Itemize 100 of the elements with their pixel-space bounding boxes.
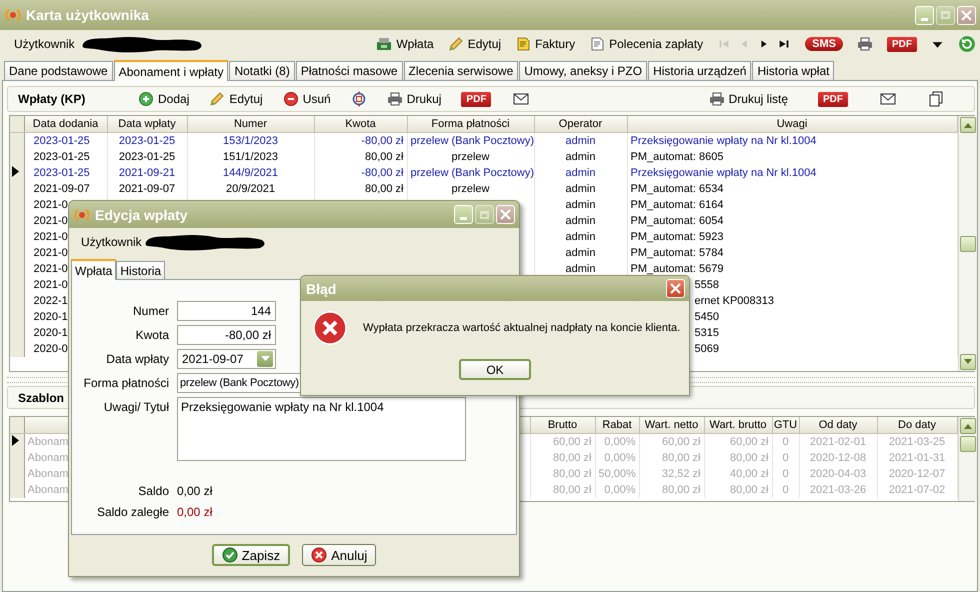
minimize-button[interactable]: [454, 205, 473, 224]
pdf-button[interactable]: PDF: [887, 36, 917, 52]
table-cell: -80,00 zł: [361, 167, 404, 179]
table-cell: 2021-09-07: [34, 183, 90, 195]
window-title: Edycja wpłaty: [95, 206, 188, 222]
table-cell: 2020-12-07: [888, 468, 946, 480]
toolbar-button[interactable]: Dodaj: [138, 91, 190, 107]
input-field[interactable]: -80,00 zł: [177, 325, 276, 345]
column-header[interactable]: Uwagi: [776, 118, 808, 130]
table-cell: 2022-1: [34, 295, 68, 307]
table-cell: 0,00%: [604, 436, 636, 448]
dropdown-button[interactable]: [257, 351, 273, 367]
toolbar-button[interactable]: Faktury: [515, 36, 576, 52]
minimize-button[interactable]: [915, 6, 934, 24]
table-cell: PM_automat: 5923: [630, 231, 724, 243]
envelope-icon[interactable]: [511, 91, 532, 107]
table-cell: 2023-01-25: [118, 135, 176, 147]
close-button[interactable]: [666, 279, 685, 298]
select-field[interactable]: przelew (Bank Pocztowy): [177, 373, 303, 393]
table-cell: 0: [782, 468, 789, 480]
close-button[interactable]: [957, 6, 976, 24]
close-icon: [499, 208, 512, 221]
tab[interactable]: Umowy, aneksy i PZO: [519, 61, 648, 80]
toolbar-button[interactable]: Drukuj: [386, 91, 442, 107]
table-cell: admin: [566, 151, 596, 163]
printer-icon[interactable]: [857, 36, 873, 52]
plus-circle-icon: [138, 91, 154, 107]
sms-button[interactable]: SMS: [805, 37, 843, 51]
refresh-icon[interactable]: [958, 35, 976, 53]
tab[interactable]: Historia wpłat: [752, 61, 834, 80]
table-cell: 5315: [694, 327, 719, 339]
scrollbar-thumb[interactable]: [960, 436, 976, 452]
scrollbar-thumb[interactable]: [960, 236, 976, 252]
toolbar-button[interactable]: Edytuj: [448, 36, 502, 52]
ok-button[interactable]: OK: [459, 359, 531, 380]
table-cell: PM_automat: 5784: [630, 247, 724, 259]
envelope-icon[interactable]: [878, 91, 898, 107]
pdf-button[interactable]: PDF: [818, 92, 848, 106]
cancel-button[interactable]: Anuluj: [302, 544, 376, 566]
tab[interactable]: Historia urządzeń: [648, 61, 752, 80]
pencil-icon: [209, 91, 226, 107]
toolbar-button[interactable]: Edytuj: [209, 91, 263, 107]
up-arrow-icon: [964, 423, 972, 429]
table-cell: 2023-01-25: [34, 151, 90, 163]
scroll-down-button[interactable]: [960, 354, 976, 370]
table-cell: 80,00 zł: [552, 484, 592, 496]
text-area[interactable]: Przeksięgowanie wpłaty na Nr kl.1004: [177, 397, 466, 461]
table-cell: 144/9/2021: [222, 167, 278, 179]
toolbar-button[interactable]: Usuń: [282, 91, 331, 107]
tab[interactable]: Wpłata: [71, 259, 116, 280]
table-cell: 2021-01-31: [888, 452, 946, 464]
input-field[interactable]: 144: [177, 301, 276, 321]
table-cell: 2021-0: [34, 231, 68, 243]
sync-icon[interactable]: [350, 91, 367, 107]
logo-icon: [5, 7, 21, 23]
cash-register-icon: [376, 36, 392, 52]
column-header[interactable]: Numer: [234, 118, 267, 130]
copy-icon[interactable]: [928, 91, 944, 107]
table-cell: 153/1/2023: [222, 135, 278, 147]
table-cell: 20/9/2021: [226, 183, 275, 195]
date-field[interactable]: 2021-09-07: [177, 349, 276, 369]
balance-value: 0,00 zł: [177, 484, 212, 498]
balance-value: 0,00 zł: [177, 505, 212, 519]
field-label: Kwota: [134, 327, 169, 342]
printer-icon: [708, 91, 725, 107]
table-cell: 80,00 zł: [730, 484, 768, 496]
table-cell: Abonam: [28, 484, 68, 496]
table-cell: Abonam: [28, 452, 68, 464]
tab[interactable]: Zlecenia serwisowe: [404, 61, 518, 80]
pdf-button[interactable]: PDF: [461, 92, 492, 106]
table-cell: przelew (Bank Pocztowy): [410, 135, 533, 147]
table-cell: 2021-03-25: [888, 436, 946, 448]
close-button[interactable]: [496, 205, 515, 224]
table-cell: admin: [566, 183, 596, 195]
toolbar-button[interactable]: Wpłata: [376, 36, 434, 52]
tab[interactable]: Dane podstawowe: [4, 61, 113, 80]
scrollbar[interactable]: [958, 417, 976, 501]
field-label: Saldo zaległe: [96, 504, 169, 519]
table-cell: 2021-0: [34, 215, 68, 227]
scroll-up-button[interactable]: [960, 117, 976, 133]
save-button[interactable]: Zapisz: [212, 544, 290, 566]
table-cell: -80,00 zł: [361, 135, 404, 147]
tab[interactable]: Abonament i wpłaty: [114, 60, 228, 81]
tab[interactable]: Notatki (8): [229, 61, 295, 80]
document-icon: [589, 36, 606, 52]
up-arrow-icon: [964, 122, 972, 128]
table-cell: 2021-0: [34, 247, 68, 259]
table-cell: 60,00 zł: [552, 436, 592, 448]
table-cell: 0: [782, 484, 789, 496]
toolbar-button[interactable]: Drukuj listę: [708, 91, 788, 107]
table-cell: 2021-07-02: [888, 484, 946, 496]
table-cell: 2020-1: [34, 311, 68, 323]
toolbar-button[interactable]: Polecenia zapłaty: [589, 36, 704, 52]
tab[interactable]: Płatności masowe: [296, 61, 403, 80]
scrollbar[interactable]: [958, 116, 976, 371]
scroll-up-button[interactable]: [960, 418, 976, 434]
check-circle-icon: [222, 547, 238, 563]
tab[interactable]: Historia: [116, 261, 166, 279]
table-cell: 2020-12-08: [810, 452, 866, 464]
error-message: Wypłata przekracza wartość aktualnej nadpłaty na koncie klienta.: [363, 322, 680, 334]
